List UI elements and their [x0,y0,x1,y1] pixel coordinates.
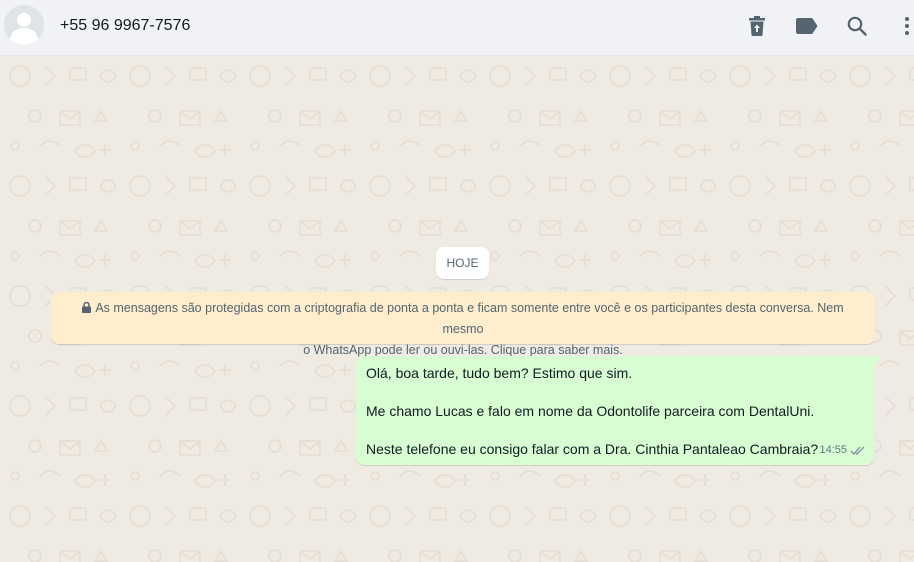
encryption-text-1: As mensagens são protegidas com a cripto… [95,301,844,336]
lock-icon [82,302,92,313]
date-divider: HOJE [436,247,489,279]
contact-name[interactable]: +55 96 9967-7576 [60,17,190,35]
encryption-text-line-1: As mensagens são protegidas com a cripto… [61,298,865,340]
message-text-line: Me chamo Lucas e falo em nome da Odontol… [366,403,815,419]
delete-chat-button[interactable] [745,14,769,38]
chat-area[interactable]: HOJE As mensagens são protegidas com a c… [0,56,914,562]
default-avatar-icon [4,5,44,45]
message-time: 14:55 [819,444,847,456]
message-text-line: Olá, boa tarde, tudo bem? Estimo que sim… [366,365,633,381]
encryption-notice[interactable]: As mensagens são protegidas com a cripto… [51,292,875,357]
menu-icon [905,17,909,35]
menu-button[interactable] [895,14,914,38]
outgoing-message[interactable]: Olá, boa tarde, tudo bem? Estimo que sim… [356,356,882,465]
label-chat-button[interactable] [795,14,819,38]
search-button[interactable] [845,14,869,38]
bubble-tail-icon [874,356,882,366]
search-icon [847,16,867,36]
chat-header: +55 96 9967-7576 [0,0,914,56]
delete-icon [749,16,765,36]
double-check-icon [850,446,865,456]
message-text-line: Neste telefone eu consigo falar com a Dr… [366,441,819,457]
label-icon [796,18,818,34]
message-meta: 14:55 [819,441,866,460]
contact-avatar[interactable] [4,5,44,45]
